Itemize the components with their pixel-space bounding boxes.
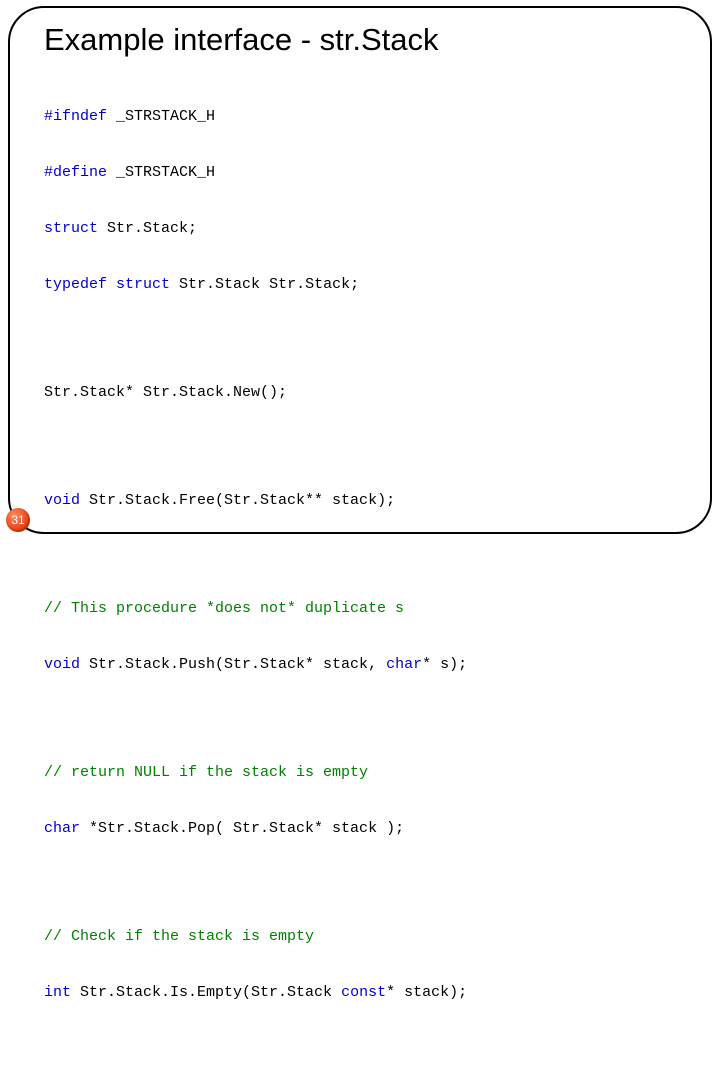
spacer [44,876,682,890]
code-line: char *Str.Stack.Pop( Str.Stack* stack ); [44,820,682,839]
code-line: int Str.Stack.Is.Empty(Str.Stack const* … [44,984,682,1003]
slide-number-badge: 31 [6,508,30,532]
code-line: struct Str.Stack; [44,220,682,239]
keyword: struct [116,276,170,293]
code-text: _STRSTACK_H [107,108,215,125]
keyword: const [341,984,386,1001]
slide-frame: Example interface - str.Stack #ifndef _S… [8,6,712,534]
comment: // Check if the stack is empty [44,928,314,945]
comment: // This procedure *does not* duplicate s [44,600,404,617]
code-line: #define _STRSTACK_H [44,164,682,183]
code-line: void Str.Stack.Free(Str.Stack** stack); [44,492,682,511]
spacer [44,712,682,726]
code-text: *Str.Stack.Pop( Str.Stack* stack ); [80,820,404,837]
code-text: Str.Stack.Free(Str.Stack** stack); [80,492,395,509]
code-text: * s); [422,656,467,673]
keyword: char [386,656,422,673]
code-line: void Str.Stack.Push(Str.Stack* stack, ch… [44,656,682,675]
spacer [44,548,682,562]
code-text: Str.Stack; [98,220,197,237]
code-line: // return NULL if the stack is empty [44,764,682,783]
code-line: Str.Stack* Str.Stack.New(); [44,384,682,403]
comment: // return NULL if the stack is empty [44,764,368,781]
code-text: Str.Stack.Push(Str.Stack* stack, [80,656,386,673]
code-text: Str.Stack Str.Stack; [170,276,359,293]
spacer [44,440,682,454]
keyword: typedef [44,276,107,293]
code-text: Str.Stack* Str.Stack.New(); [44,384,287,401]
keyword: #ifndef [44,108,107,125]
keyword: struct [44,220,98,237]
keyword: char [44,820,80,837]
code-text: Str.Stack.Is.Empty(Str.Stack [71,984,341,1001]
code-text: * stack); [386,984,467,1001]
code-line: // This procedure *does not* duplicate s [44,600,682,619]
spacer [44,1040,682,1054]
code-line: // Check if the stack is empty [44,928,682,947]
code-text [107,276,116,293]
code-text: _STRSTACK_H [107,164,215,181]
keyword: void [44,656,80,673]
slide-title: Example interface - str.Stack [44,22,682,58]
keyword: int [44,984,71,1001]
spacer [44,333,682,347]
code-block: #ifndef _STRSTACK_H #define _STRSTACK_H … [44,70,682,1080]
keyword: void [44,492,80,509]
code-line: typedef struct Str.Stack Str.Stack; [44,276,682,295]
code-line: #ifndef _STRSTACK_H [44,108,682,127]
keyword: #define [44,164,107,181]
